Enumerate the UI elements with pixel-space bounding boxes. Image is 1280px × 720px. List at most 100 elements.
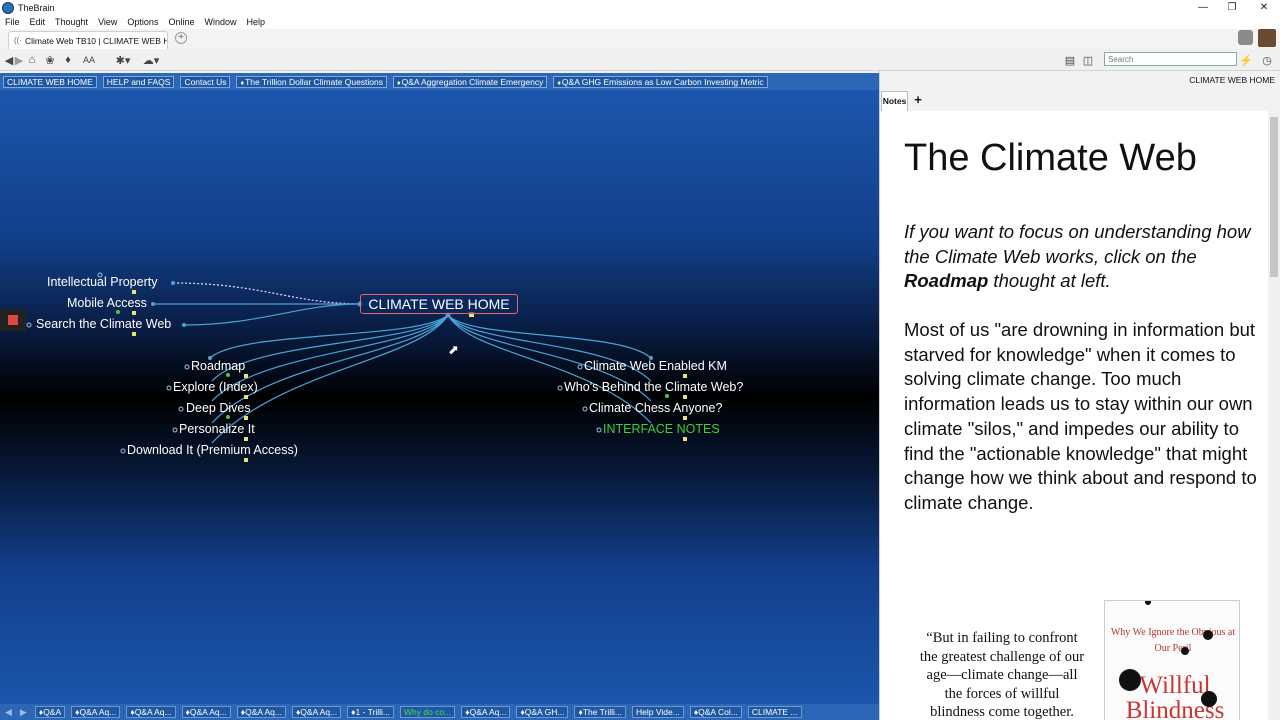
recent-item[interactable]: ♦Q&A bbox=[34, 706, 66, 718]
add-tab-button[interactable]: + bbox=[175, 32, 187, 44]
clock-icon[interactable]: ◷ bbox=[1260, 52, 1274, 68]
gate-search bbox=[182, 323, 186, 327]
recent-item[interactable]: ♦Q&A Aq... bbox=[71, 706, 121, 718]
thought-mobile-access[interactable]: Mobile Access bbox=[67, 296, 147, 311]
note-marker bbox=[683, 374, 687, 378]
gate-ring bbox=[577, 364, 583, 370]
title-bar: TheBrain — ❐ ✕ bbox=[0, 0, 1280, 15]
recent-item[interactable]: ♦1 - Trilli... bbox=[347, 706, 394, 718]
central-thought[interactable]: CLIMATE WEB HOME bbox=[360, 294, 518, 314]
back-icon[interactable]: ◀ bbox=[4, 52, 14, 68]
recent-item[interactable]: Why do co... bbox=[399, 706, 456, 718]
tag-icon: ♦ bbox=[397, 79, 401, 87]
stop-icon bbox=[8, 315, 18, 325]
menu-view[interactable]: View bbox=[93, 17, 122, 27]
notes-editor[interactable]: The Climate Web If you want to focus on … bbox=[879, 111, 1268, 720]
stop-button[interactable] bbox=[0, 309, 26, 331]
close-icon[interactable]: ✕ bbox=[1248, 0, 1280, 15]
thought-roadmap[interactable]: Roadmap bbox=[191, 359, 245, 374]
recent-forward-icon[interactable]: ▶ bbox=[20, 707, 27, 718]
layout-icon[interactable]: ✱▾ bbox=[112, 52, 134, 68]
restore-icon[interactable]: ❐ bbox=[1216, 0, 1248, 15]
recent-item[interactable]: Help Vide... bbox=[632, 706, 684, 718]
menu-edit[interactable]: Edit bbox=[25, 17, 51, 27]
note-marker bbox=[132, 311, 136, 315]
thought-climate-chess[interactable]: Climate Chess Anyone? bbox=[589, 401, 722, 416]
thought-explore-index[interactable]: Explore (Index) bbox=[173, 380, 258, 395]
recent-item[interactable]: ♦Q&A GH... bbox=[516, 706, 569, 718]
link-explore bbox=[211, 314, 449, 382]
font-size-button[interactable]: AA bbox=[80, 52, 98, 68]
gate-mobile bbox=[151, 302, 155, 306]
menu-online[interactable]: Online bbox=[163, 17, 199, 27]
home-icon[interactable]: ⌂ bbox=[25, 52, 39, 68]
cover-dot bbox=[1203, 630, 1213, 640]
single-pane-icon[interactable]: ▤ bbox=[1063, 52, 1077, 68]
recent-item[interactable]: ♦Q&A Aq... bbox=[291, 706, 342, 718]
recent-item[interactable]: ♦Q&A Aq... bbox=[461, 706, 511, 718]
pin-qa-aggregation[interactable]: ♦Q&A Aggregation Climate Emergency bbox=[393, 75, 548, 88]
menu-file[interactable]: File bbox=[0, 17, 25, 27]
plex-view[interactable]: CLIMATE WEB HOME Intellectual Property M… bbox=[0, 90, 879, 704]
thought-climate-web-enabled-km[interactable]: Climate Web Enabled KM bbox=[584, 359, 727, 374]
thought-intellectual-property[interactable]: Intellectual Property bbox=[47, 275, 157, 290]
thought-deep-dives[interactable]: Deep Dives bbox=[186, 401, 251, 416]
pin-help-faqs[interactable]: HELP and FAQS bbox=[102, 75, 175, 88]
menu-thought[interactable]: Thought bbox=[50, 17, 93, 27]
thought-whos-behind[interactable]: Who's Behind the Climate Web? bbox=[564, 380, 743, 395]
book-subtitle: Why We Ignore the Obvious at Our Peril bbox=[1110, 627, 1236, 654]
thought-interface-notes[interactable]: INTERFACE NOTES bbox=[603, 422, 720, 437]
cloud-sync-icon[interactable]: ☁▾ bbox=[140, 52, 162, 68]
toolbar: ◀ ▶ ⌂ ❀ ♦ AA ✱▾ ☁▾ ▤ ◫ ⚡ ◷ bbox=[0, 49, 1280, 71]
tab-bar: ((· Climate Web TB10 | CLIMATE WEB H... … bbox=[0, 29, 1280, 49]
gate-ring bbox=[184, 364, 190, 370]
note-marker bbox=[132, 332, 136, 336]
menu-window[interactable]: Window bbox=[199, 17, 241, 27]
settings-icon[interactable] bbox=[1238, 30, 1253, 45]
pin-contact-us[interactable]: Contact Us bbox=[180, 75, 231, 88]
book-quote: “But in failing to confront the greatest… bbox=[919, 630, 1085, 720]
tab-label: Climate Web TB10 | CLIMATE WEB H... bbox=[25, 35, 168, 46]
menu-help[interactable]: Help bbox=[241, 17, 270, 27]
recent-item[interactable]: ♦Q&A Aq... bbox=[181, 706, 231, 718]
pin-trillion-dollar[interactable]: ♦The Trillion Dollar Climate Questions bbox=[236, 75, 388, 88]
link-roadmap bbox=[209, 314, 449, 359]
brain-icon[interactable]: ❀ bbox=[43, 52, 57, 68]
notes-scrollbar[interactable] bbox=[1268, 111, 1280, 720]
avatar[interactable] bbox=[1258, 29, 1276, 47]
pin-climate-web-home[interactable]: CLIMATE WEB HOME bbox=[3, 75, 97, 88]
thought-search-climate-web[interactable]: Search the Climate Web bbox=[36, 317, 171, 332]
add-pane-button[interactable]: + bbox=[910, 92, 926, 108]
cover-dot bbox=[1181, 647, 1189, 655]
recent-item[interactable]: ♦Q&A Col... bbox=[689, 706, 742, 718]
tab-notes[interactable]: Notes bbox=[881, 91, 908, 111]
recent-item[interactable]: CLIMATE ... bbox=[747, 706, 802, 718]
notes-title: The Climate Web bbox=[904, 137, 1197, 179]
recent-item[interactable]: ♦Q&A Aq... bbox=[126, 706, 176, 718]
split-pane-icon[interactable]: ◫ bbox=[1081, 52, 1095, 68]
pins-bar: CLIMATE WEB HOME HELP and FAQS Contact U… bbox=[0, 73, 879, 90]
brain-app-icon bbox=[2, 1, 14, 14]
note-marker bbox=[244, 458, 248, 462]
recent-item[interactable]: ♦Q&A Aq... bbox=[236, 706, 286, 718]
thought-download-it[interactable]: Download It (Premium Access) bbox=[127, 443, 298, 458]
notes-intro: If you want to focus on understanding ho… bbox=[904, 221, 1251, 292]
search-input[interactable] bbox=[1104, 52, 1237, 66]
thought-personalize-it[interactable]: Personalize It bbox=[179, 422, 255, 437]
forward-icon[interactable]: ▶ bbox=[14, 52, 24, 68]
cover-dot bbox=[1119, 669, 1141, 691]
tab-brain[interactable]: ((· Climate Web TB10 | CLIMATE WEB H... bbox=[8, 31, 168, 49]
tag-icon[interactable]: ♦ bbox=[61, 52, 75, 68]
recent-back-icon[interactable]: ◀ bbox=[5, 707, 12, 718]
notes-paragraph: Most of us "are drowning in information … bbox=[904, 319, 1257, 513]
pin-qa-ghg[interactable]: ♦Q&A GHG Emissions as Low Carbon Investi… bbox=[553, 75, 768, 88]
link-enabled-km bbox=[447, 314, 652, 359]
minimize-icon[interactable]: — bbox=[1187, 0, 1219, 15]
menu-options[interactable]: Options bbox=[122, 17, 163, 27]
notes-header: CLIMATE WEB HOME Notes + bbox=[879, 71, 1280, 111]
recent-item[interactable]: ♦The Trilli... bbox=[574, 706, 627, 718]
gate-ring bbox=[120, 448, 126, 454]
lightning-icon: ⚡ bbox=[1239, 54, 1253, 67]
link-intellectual-property bbox=[172, 282, 361, 305]
scroll-thumb[interactable] bbox=[1270, 117, 1278, 277]
